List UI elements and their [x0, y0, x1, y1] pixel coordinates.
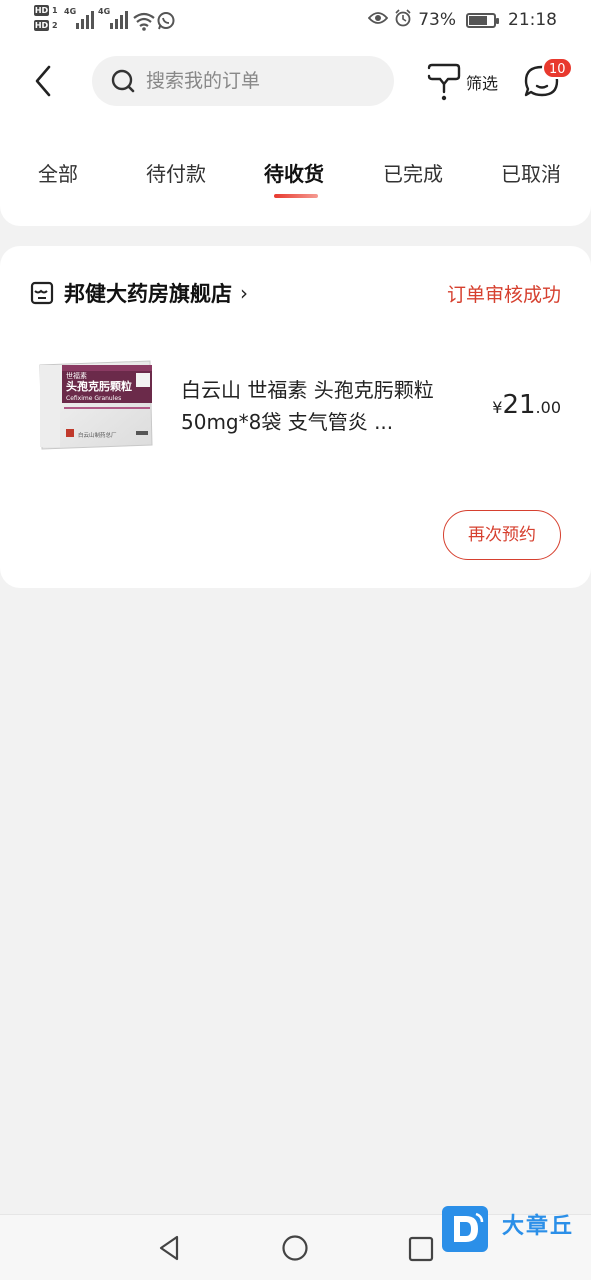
chevron-right-icon: › [240, 281, 248, 305]
store-icon [30, 281, 54, 305]
wifi-icon [132, 11, 156, 36]
tab-pending-receipt[interactable]: 待收货 [264, 158, 324, 187]
filter-label: 筛选 [466, 74, 499, 93]
status-bar: HD 1 HD 2 4G 4G 73% 21:18 [0, 0, 591, 40]
store-name: 邦健大药房旗舰店 [64, 282, 232, 306]
clock-time: 21:18 [508, 10, 557, 30]
header: 筛选 10 全部 待付款 待收货 已完成 已取消 [0, 40, 591, 226]
order-status: 订单审核成功 [446, 284, 561, 306]
nav-recents-button[interactable] [406, 1233, 436, 1263]
hd2-icon: HD 2 [34, 20, 58, 31]
watermark-text: 大章丘 [502, 1214, 575, 1239]
order-tabs: 全部 待付款 待收货 已完成 已取消 [0, 158, 591, 198]
tab-completed[interactable]: 已完成 [383, 158, 443, 187]
filter-button[interactable]: 筛选 [426, 60, 498, 104]
signal-icon-2: 4G [98, 7, 128, 36]
price-integer: 21 [502, 390, 536, 420]
package-name-en: Cefixime Granules [66, 395, 121, 402]
price-currency: ¥ [492, 398, 503, 417]
eye-icon [367, 10, 389, 30]
tab-all[interactable]: 全部 [38, 158, 78, 187]
triangle-back-icon [159, 1235, 179, 1261]
package-brand: 世福素 [66, 371, 87, 380]
product-title[interactable]: 白云山 世福素 头孢克肟颗粒 50mg*8袋 支气管炎 ... [181, 374, 461, 438]
status-bar-right: 73% 21:18 [367, 0, 557, 40]
search-box[interactable] [92, 56, 394, 106]
battery-percent: 73% [418, 10, 456, 30]
tab-pending-payment[interactable]: 待付款 [146, 158, 206, 187]
package-maker: 白云山制药总厂 [78, 431, 117, 439]
watermark-logo-icon [442, 1206, 488, 1252]
circle-home-icon [282, 1235, 308, 1261]
signal-icon-1: 4G [64, 7, 94, 36]
tab-cancelled[interactable]: 已取消 [501, 158, 561, 187]
nav-back-button[interactable] [155, 1233, 185, 1263]
nav-home-button[interactable] [280, 1233, 310, 1263]
price-decimal: .00 [535, 398, 561, 417]
watermark: 大章丘 [440, 1204, 590, 1256]
square-recents-icon [408, 1236, 434, 1262]
search-icon [111, 69, 135, 93]
battery-icon [466, 12, 499, 28]
battery-fill [469, 15, 487, 25]
search-input[interactable] [146, 70, 366, 92]
package-name-cn: 头孢克肟颗粒 [66, 379, 132, 393]
store-link[interactable]: 邦健大药房旗舰店 › [30, 278, 248, 308]
chevron-left-icon [35, 65, 51, 97]
filter-icon [427, 63, 461, 101]
whatsapp-icon [156, 11, 176, 36]
alarm-icon [394, 8, 412, 32]
product-image[interactable]: 世福素 头孢克肟颗粒 Cefixime Granules 白云山制药总厂 [36, 359, 154, 451]
message-count-badge: 10 [542, 57, 573, 79]
active-tab-indicator [274, 194, 318, 198]
rebook-button[interactable]: 再次预约 [443, 510, 561, 560]
hd1-icon: HD 1 [34, 5, 58, 16]
order-card[interactable]: 邦健大药房旗舰店 › 订单审核成功 世福素 头孢克肟颗粒 Cefixime Gr… [0, 246, 591, 588]
back-button[interactable] [26, 60, 60, 102]
product-price: ¥21.00 [492, 390, 561, 420]
